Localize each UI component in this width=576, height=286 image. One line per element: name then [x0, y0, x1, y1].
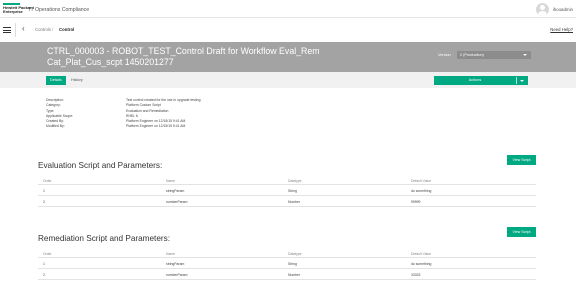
meta-value: Platform Custom Script [126, 103, 161, 108]
meta-value: Evaluation and Remediation [126, 108, 169, 113]
breadcrumb-bar: ‹ Controls / Control Need Help? [0, 18, 576, 42]
breadcrumb-current: Control [59, 27, 75, 32]
tab-strip: Details History Actions [0, 72, 576, 88]
table-row: 1 stringParam String do something [38, 185, 536, 196]
cell-datatype: String [288, 261, 297, 266]
evaluation-section-title: Evaluation Script and Parameters: [38, 161, 163, 170]
cell-datatype: Number [288, 272, 301, 277]
cell-order: 2 [43, 272, 45, 277]
meta-value: RHEL 6 [126, 113, 138, 118]
chevron-down-icon [523, 54, 527, 56]
actions-divider [516, 77, 517, 84]
cell-default-value: do something [411, 188, 432, 193]
actions-label: Actions [468, 78, 482, 82]
breadcrumb-controls-link[interactable]: Controls [35, 27, 51, 32]
tab-history[interactable]: History [71, 76, 83, 85]
need-help-link[interactable]: Need Help? [550, 27, 573, 32]
tab-details[interactable]: Details [46, 76, 66, 85]
cell-default-value: 33333 [411, 272, 421, 277]
cell-datatype: Number [288, 199, 301, 204]
back-chevron-icon[interactable]: ‹ [22, 25, 25, 33]
column-header-datatype: Datatype [288, 252, 302, 256]
cell-default-value: do something [411, 261, 432, 266]
column-header-order: Order [43, 179, 52, 183]
cell-name: stringParam [166, 188, 185, 193]
meta-label: Type: [46, 108, 55, 113]
cell-datatype: String [288, 188, 297, 193]
hamburger-menu-icon[interactable] [3, 27, 11, 34]
table-row: 2 numberParam Number 99999 [38, 196, 536, 207]
meta-label: Description: [46, 98, 64, 102]
page-title: CTRL_000003 - ROBOT_TEST_Control Draft f… [47, 46, 320, 67]
meta-label: Applicable Scope: [46, 113, 74, 118]
table-row: 1 stringParam String do something [38, 258, 536, 269]
version-select-value: 2 (Production) [460, 53, 484, 57]
remediation-parameters-table: Order Name Datatype Default Value 1 stri… [38, 250, 536, 280]
cell-name: numberParam [166, 272, 188, 277]
cell-name: numberParam [166, 199, 188, 204]
view-remediation-script-button[interactable]: View Script [507, 227, 536, 237]
breadcrumb-separator: / [52, 27, 54, 32]
evaluation-parameters-table: Order Name Datatype Default Value 1 stri… [38, 177, 536, 207]
table-header-row: Order Name Datatype Default Value [38, 177, 536, 185]
view-evaluation-script-button[interactable]: View Script [507, 155, 536, 165]
control-header-banner: CTRL_000003 - ROBOT_TEST_Control Draft f… [0, 42, 576, 72]
control-metadata: Description: Test control created for the… [46, 98, 346, 130]
remediation-section-title: Remediation Script and Parameters: [38, 234, 170, 243]
meta-label: Created By: [46, 119, 64, 124]
version-select[interactable]: 2 (Production) [457, 51, 531, 59]
cell-order: 1 [43, 188, 45, 193]
cell-name: stringParam [166, 261, 185, 266]
meta-value: Platform Engineer on 12/15/15 9:41 AM [126, 119, 186, 124]
username[interactable]: ihooadmin [553, 7, 573, 12]
version-label: Version [438, 53, 451, 57]
column-header-default-value: Default Value [411, 252, 432, 256]
cell-order: 1 [43, 261, 45, 266]
table-header-row: Order Name Datatype Default Value [38, 250, 536, 258]
actions-button[interactable]: Actions [434, 76, 528, 85]
cell-default-value: 99999 [411, 199, 421, 204]
meta-label: Category: [46, 103, 61, 108]
cell-order: 2 [43, 199, 45, 204]
meta-value: Platform Engineer on 12/15/15 9:41 AM [126, 124, 186, 129]
column-header-default-value: Default Value [411, 179, 432, 183]
column-header-order: Order [43, 252, 52, 256]
nav-divider [15, 23, 16, 37]
chevron-down-icon[interactable] [520, 79, 524, 82]
app-title: IT Operations Compliance [29, 7, 90, 13]
meta-row: Modified By: Platform Engineer on 12/15/1… [46, 124, 346, 129]
avatar[interactable] [535, 2, 549, 16]
top-app-bar: Hewlett Packard Enterprise IT Operations… [0, 0, 576, 18]
column-header-name: Name [166, 252, 176, 256]
column-header-name: Name [166, 179, 176, 183]
table-row: 2 numberParam Number 33333 [38, 269, 536, 280]
meta-value: Test control created for the use in upgr… [126, 98, 201, 102]
column-header-datatype: Datatype [288, 179, 302, 183]
user-menu[interactable]: ihooadmin [535, 2, 573, 16]
meta-label: Modified By: [46, 124, 65, 129]
